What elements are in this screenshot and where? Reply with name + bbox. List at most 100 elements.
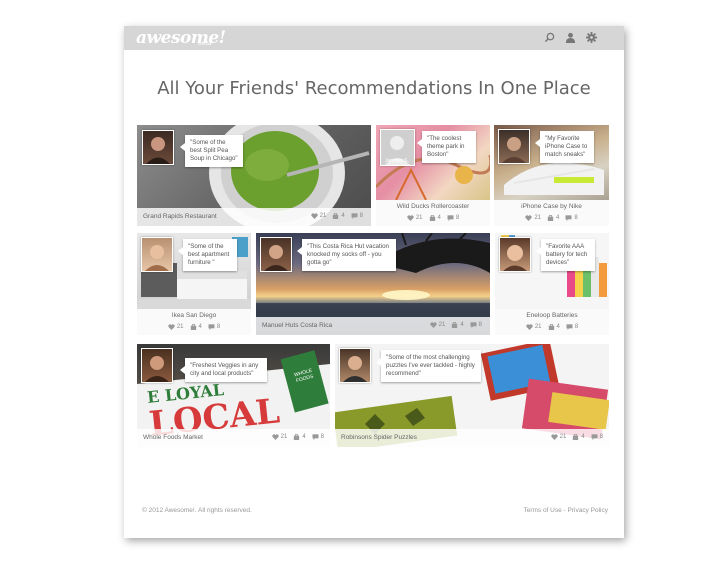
quote-bubble: "Some of the most challenging puzzles I'…: [376, 350, 481, 382]
page-title: All Your Friends' Recommendations In One…: [157, 78, 591, 99]
likes-count[interactable]: 21: [526, 324, 542, 330]
tile-title: iPhone Case by Nike: [521, 203, 582, 210]
tile-caption: Eneloop Batteries 21 4 8: [495, 309, 609, 335]
saves-count[interactable]: 4: [548, 324, 560, 330]
quote-bubble: "The coolest theme park in Boston": [417, 131, 476, 163]
comments-count[interactable]: 8: [470, 322, 482, 328]
heart-icon: [311, 213, 318, 219]
saves-count[interactable]: 4: [547, 215, 559, 221]
comment-icon: [566, 324, 573, 330]
quote-bubble: "My Favorite iPhone Case to match sneaks…: [535, 131, 594, 163]
saves-count[interactable]: 4: [451, 322, 464, 328]
likes-count[interactable]: 21: [272, 434, 287, 440]
beta-label: beta: [198, 40, 212, 47]
tile-caption: Ikea San Diego 21 4 8: [137, 309, 251, 335]
comment-icon: [591, 434, 598, 440]
recommendation-card[interactable]: "Favorite AAA battery for tech devices" …: [495, 233, 609, 335]
likes-count[interactable]: 21: [430, 322, 445, 328]
comment-icon: [470, 322, 477, 328]
avatar-label: Jennifer S.: [385, 158, 409, 164]
terms-link[interactable]: Terms of Use: [523, 507, 561, 514]
tile-caption: Wild Ducks Rollercoaster 21 4 8: [376, 200, 490, 226]
recommendation-card[interactable]: Jennifer S. "The coolest theme park in B…: [376, 125, 490, 226]
tile-title: Grand Rapids Restaurant: [143, 213, 217, 220]
top-bar: awesome! beta: [124, 26, 624, 50]
bag-icon: [573, 434, 579, 440]
heart-icon: [526, 324, 533, 330]
quote-bubble: "This Costa Rica Hut vacation knocked my…: [297, 239, 396, 271]
quote-bubble: "Freshest Veggies in any city and local …: [180, 358, 267, 382]
gear-icon[interactable]: [584, 30, 598, 44]
bag-icon: [429, 215, 435, 221]
heart-icon: [551, 434, 558, 440]
comment-icon: [208, 324, 215, 330]
heart-icon: [272, 434, 279, 440]
comments-count[interactable]: 8: [447, 215, 459, 221]
recommendation-card[interactable]: "My Favorite iPhone Case to match sneaks…: [494, 125, 609, 226]
heart-icon: [407, 215, 414, 221]
saves-count[interactable]: 4: [190, 324, 202, 330]
quote-bubble: "Some of the best apartment furniture ": [178, 239, 237, 271]
bag-icon: [452, 322, 458, 328]
avatar: [499, 237, 531, 272]
tile-caption: Robinsons Spider Puzzles 21 4 8: [335, 429, 609, 447]
comments-count[interactable]: 8: [351, 213, 363, 219]
comments-count[interactable]: 8: [565, 215, 578, 221]
tile-title: Whole Foods Market: [143, 434, 203, 441]
avatar: [339, 348, 371, 383]
bag-icon: [548, 324, 554, 330]
bag-icon: [294, 434, 300, 440]
privacy-link[interactable]: Privacy Policy: [568, 507, 608, 514]
bag-icon: [547, 215, 554, 221]
recommendation-card[interactable]: "Some of the best apartment furniture " …: [137, 233, 251, 335]
comment-icon: [312, 434, 319, 440]
tile-title: Ikea San Diego: [171, 312, 217, 319]
saves-count[interactable]: 4: [293, 434, 306, 440]
saves-count[interactable]: 4: [332, 213, 345, 219]
bag-icon: [333, 213, 339, 219]
search-icon[interactable]: [542, 30, 556, 44]
comments-count[interactable]: 8: [208, 324, 220, 330]
comment-icon: [565, 215, 572, 221]
saves-count[interactable]: 4: [572, 434, 585, 440]
comment-icon: [447, 215, 454, 221]
recommendation-card[interactable]: "Some of the most challenging puzzles I'…: [335, 344, 609, 447]
avatar: [141, 348, 173, 383]
bag-icon: [190, 324, 196, 330]
recommendation-card[interactable]: "This Costa Rica Hut vacation knocked my…: [256, 233, 490, 335]
likes-count[interactable]: 21: [407, 215, 423, 221]
avatar: [141, 237, 173, 272]
tile-title: Manuel Huts Costa Rica: [262, 322, 333, 329]
copyright-text: © 2012 Awesome!. All rights reserved.: [142, 507, 252, 514]
tile-title: Eneloop Batteries: [526, 312, 578, 319]
quote-bubble: "Favorite AAA battery for tech devices": [536, 239, 595, 271]
tile-caption: Whole Foods Market 21 4 8: [137, 429, 330, 447]
avatar: [498, 129, 530, 164]
saves-count[interactable]: 4: [429, 215, 441, 221]
avatar: [142, 130, 174, 165]
logo[interactable]: awesome!: [136, 28, 226, 48]
quote-bubble: "Some of the best Split Pea Soup in Chic…: [180, 135, 243, 167]
comments-count[interactable]: 8: [312, 434, 324, 440]
avatar-placeholder: Jennifer S.: [380, 129, 415, 166]
heart-icon: [525, 215, 532, 221]
avatar: [260, 237, 292, 272]
recommendation-card[interactable]: E LOYAL LOCAL WHOLE FOODS "Freshest Vegg…: [137, 344, 330, 447]
user-icon[interactable]: [563, 30, 577, 44]
likes-count[interactable]: 21: [168, 324, 184, 330]
tile-caption: Manuel Huts Costa Rica 21 4 8: [256, 317, 490, 335]
tile-caption: iPhone Case by Nike 21 4 8: [494, 200, 609, 226]
main-panel: awesome! beta All Your Friends' Recommen…: [124, 26, 624, 538]
comments-count[interactable]: 8: [566, 324, 578, 330]
heart-icon: [168, 324, 175, 330]
footer-links: Terms of Use - Privacy Policy: [523, 507, 608, 514]
comments-count[interactable]: 8: [591, 434, 603, 440]
likes-count[interactable]: 21: [551, 434, 566, 440]
heart-icon: [430, 322, 437, 328]
likes-count[interactable]: 21: [525, 215, 541, 221]
likes-count[interactable]: 21: [311, 213, 326, 219]
tile-caption: Grand Rapids Restaurant 21 4 8: [137, 208, 371, 226]
recommendation-card[interactable]: "Some of the best Split Pea Soup in Chic…: [137, 125, 371, 226]
tile-title: Robinsons Spider Puzzles: [341, 434, 417, 441]
tile-title: Wild Ducks Rollercoaster: [396, 203, 470, 210]
